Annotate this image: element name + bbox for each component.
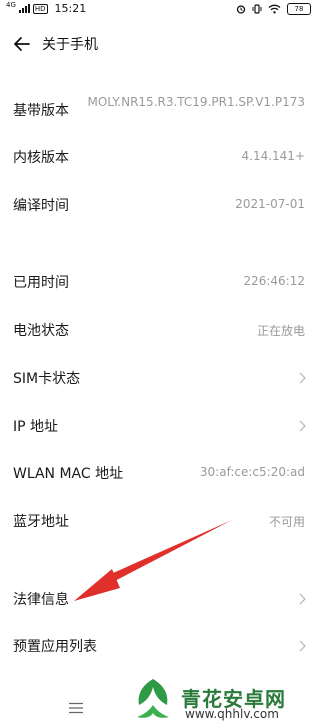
row-label: 已用时间 (13, 275, 69, 291)
top-app-bar: 关于手机 (0, 18, 321, 70)
battery-icon: 78 (287, 3, 311, 15)
row-value: 正在放电 (256, 324, 305, 338)
row-label: 电池状态 (13, 323, 69, 339)
menu-icon[interactable] (68, 702, 84, 714)
status-bar: 4G HD 15:21 78 (0, 0, 321, 18)
scrolled-off-row (0, 70, 321, 88)
row-battery-status[interactable]: 电池状态 正在放电 (0, 320, 321, 344)
status-time: 15:21 (54, 2, 87, 15)
chevron-right-icon (299, 593, 306, 605)
row-baseband-version[interactable]: 基带版本 MOLY.NR15.R3.TC19.PR1.SP.V1.P173 (0, 92, 321, 132)
row-label: 编译时间 (13, 198, 69, 214)
site-watermark: 青花安卓网 www.qhhlv.com (129, 675, 319, 725)
row-label: WLAN MAC 地址 (13, 466, 124, 482)
row-value: 30:af:ce:c5:20:ad (199, 465, 305, 479)
row-kernel-version[interactable]: 内核版本 4.14.141+ (0, 147, 321, 171)
vibrate-icon (252, 4, 262, 14)
chevron-right-icon (299, 640, 306, 652)
watermark-url: www.qhhlv.com (185, 707, 279, 721)
row-build-time[interactable]: 编译时间 2021-07-01 (0, 195, 321, 219)
chevron-right-icon (299, 372, 306, 384)
signal-icon (18, 4, 30, 13)
back-arrow-icon[interactable] (10, 32, 34, 56)
row-wlan-mac[interactable]: WLAN MAC 地址 30:af:ce:c5:20:ad (0, 463, 321, 487)
row-label: IP 地址 (13, 419, 59, 435)
row-label: 蓝牙地址 (13, 514, 69, 530)
page-title: 关于手机 (42, 37, 98, 53)
watermark-logo-icon (137, 679, 169, 718)
row-legal-info[interactable]: 法律信息 (0, 589, 321, 613)
row-value: MOLY.NR15.R3.TC19.PR1.SP.V1.P173 (87, 95, 306, 109)
row-label: 基带版本 (13, 103, 69, 119)
row-value: 226:46:12 (243, 274, 305, 288)
network-type: 4G (6, 1, 16, 9)
row-value: 4.14.141+ (241, 149, 306, 163)
row-label: 预置应用列表 (13, 639, 97, 655)
row-bluetooth-address[interactable]: 蓝牙地址 不可用 (0, 511, 321, 535)
row-label: SIM卡状态 (13, 371, 81, 387)
row-label: 法律信息 (13, 592, 69, 608)
row-uptime[interactable]: 已用时间 226:46:12 (0, 272, 321, 296)
row-preinstalled-apps[interactable]: 预置应用列表 (0, 636, 321, 660)
row-value: 2021-07-01 (235, 197, 305, 211)
row-ip-address[interactable]: IP 地址 (0, 416, 321, 440)
chevron-right-icon (299, 420, 306, 432)
hd-badge: HD (32, 3, 48, 14)
status-left: 4G HD 15:21 (6, 1, 87, 16)
alarm-icon (236, 5, 246, 14)
row-value: 不可用 (268, 515, 305, 529)
row-sim-status[interactable]: SIM卡状态 (0, 368, 321, 392)
row-label: 内核版本 (13, 150, 69, 166)
status-right: 78 (236, 3, 311, 15)
wifi-icon (268, 4, 281, 14)
